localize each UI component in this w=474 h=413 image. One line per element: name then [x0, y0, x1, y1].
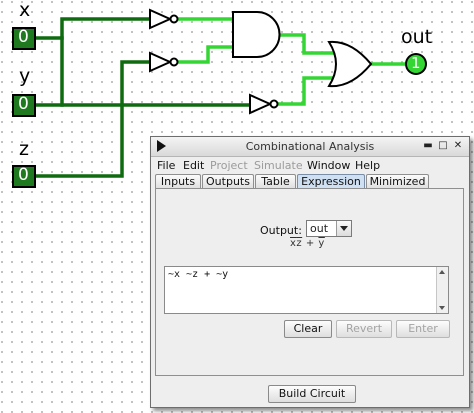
expression-text: ~x ~z + ~y — [168, 269, 229, 280]
close-icon[interactable]: ✕ — [451, 139, 465, 153]
tab-table[interactable]: Table — [255, 174, 296, 188]
preview-term-y: y — [318, 238, 325, 249]
maximize-icon[interactable]: □ — [436, 139, 450, 153]
scroll-down-icon[interactable] — [439, 306, 445, 310]
scroll-up-icon[interactable] — [439, 270, 445, 274]
input-y-value[interactable]: 0 — [18, 96, 29, 113]
wire-notz — [176, 45, 235, 64]
chevron-down-icon[interactable] — [336, 221, 351, 236]
clear-button[interactable]: Clear — [284, 320, 332, 338]
tab-outputs[interactable]: Outputs — [202, 174, 254, 188]
tab-inputs[interactable]: Inputs — [155, 174, 201, 188]
output-select-value: out — [310, 222, 329, 235]
input-y-label: y — [19, 65, 31, 87]
or-gate — [327, 40, 373, 88]
menu-bar: File Edit Project Simulate Window Help — [151, 157, 469, 174]
revert-button[interactable]: Revert — [336, 320, 392, 338]
not-gate-x — [149, 8, 179, 30]
enter-button[interactable]: Enter — [396, 320, 450, 338]
menu-file[interactable]: File — [157, 159, 175, 172]
wire-x — [34, 17, 152, 40]
combinational-analysis-dialog: Combinational Analysis ▬ □ ✕ File Edit P… — [150, 136, 470, 408]
tab-expression[interactable]: Expression — [297, 174, 365, 188]
menu-edit[interactable]: Edit — [183, 159, 204, 172]
build-circuit-button[interactable]: Build Circuit — [268, 385, 356, 403]
output-label: Output: — [260, 224, 302, 237]
title-bar[interactable]: Combinational Analysis ▬ □ ✕ — [151, 137, 469, 157]
menu-project[interactable]: Project — [210, 159, 248, 172]
and-gate — [232, 11, 281, 58]
expression-preview: xz + y — [290, 238, 325, 249]
not-gate-z — [149, 51, 179, 73]
input-z-value[interactable]: 0 — [18, 167, 29, 184]
output-out-value: 1 — [411, 54, 421, 72]
expression-textarea[interactable]: ~x ~z + ~y — [164, 266, 449, 314]
wire-z — [34, 60, 152, 178]
input-x-value[interactable]: 0 — [18, 29, 29, 46]
vertical-scrollbar[interactable] — [436, 267, 448, 313]
expression-panel: Output: out xz + y ~x ~z + ~y Clear Reve… — [155, 188, 464, 376]
menu-window[interactable]: Window — [307, 159, 350, 172]
not-gate-y — [249, 93, 279, 115]
input-z-label: z — [19, 138, 29, 160]
menu-help[interactable]: Help — [355, 159, 380, 172]
output-out-label: out — [401, 26, 433, 48]
preview-plus: + — [302, 238, 319, 249]
input-x-label: x — [19, 0, 31, 21]
wire-noty — [276, 76, 337, 106]
tab-minimized[interactable]: Minimized — [366, 174, 429, 188]
minimize-icon[interactable]: ▬ — [421, 139, 435, 153]
wire-and-out — [276, 33, 337, 55]
menu-simulate[interactable]: Simulate — [254, 159, 303, 172]
output-select[interactable]: out — [306, 220, 352, 237]
